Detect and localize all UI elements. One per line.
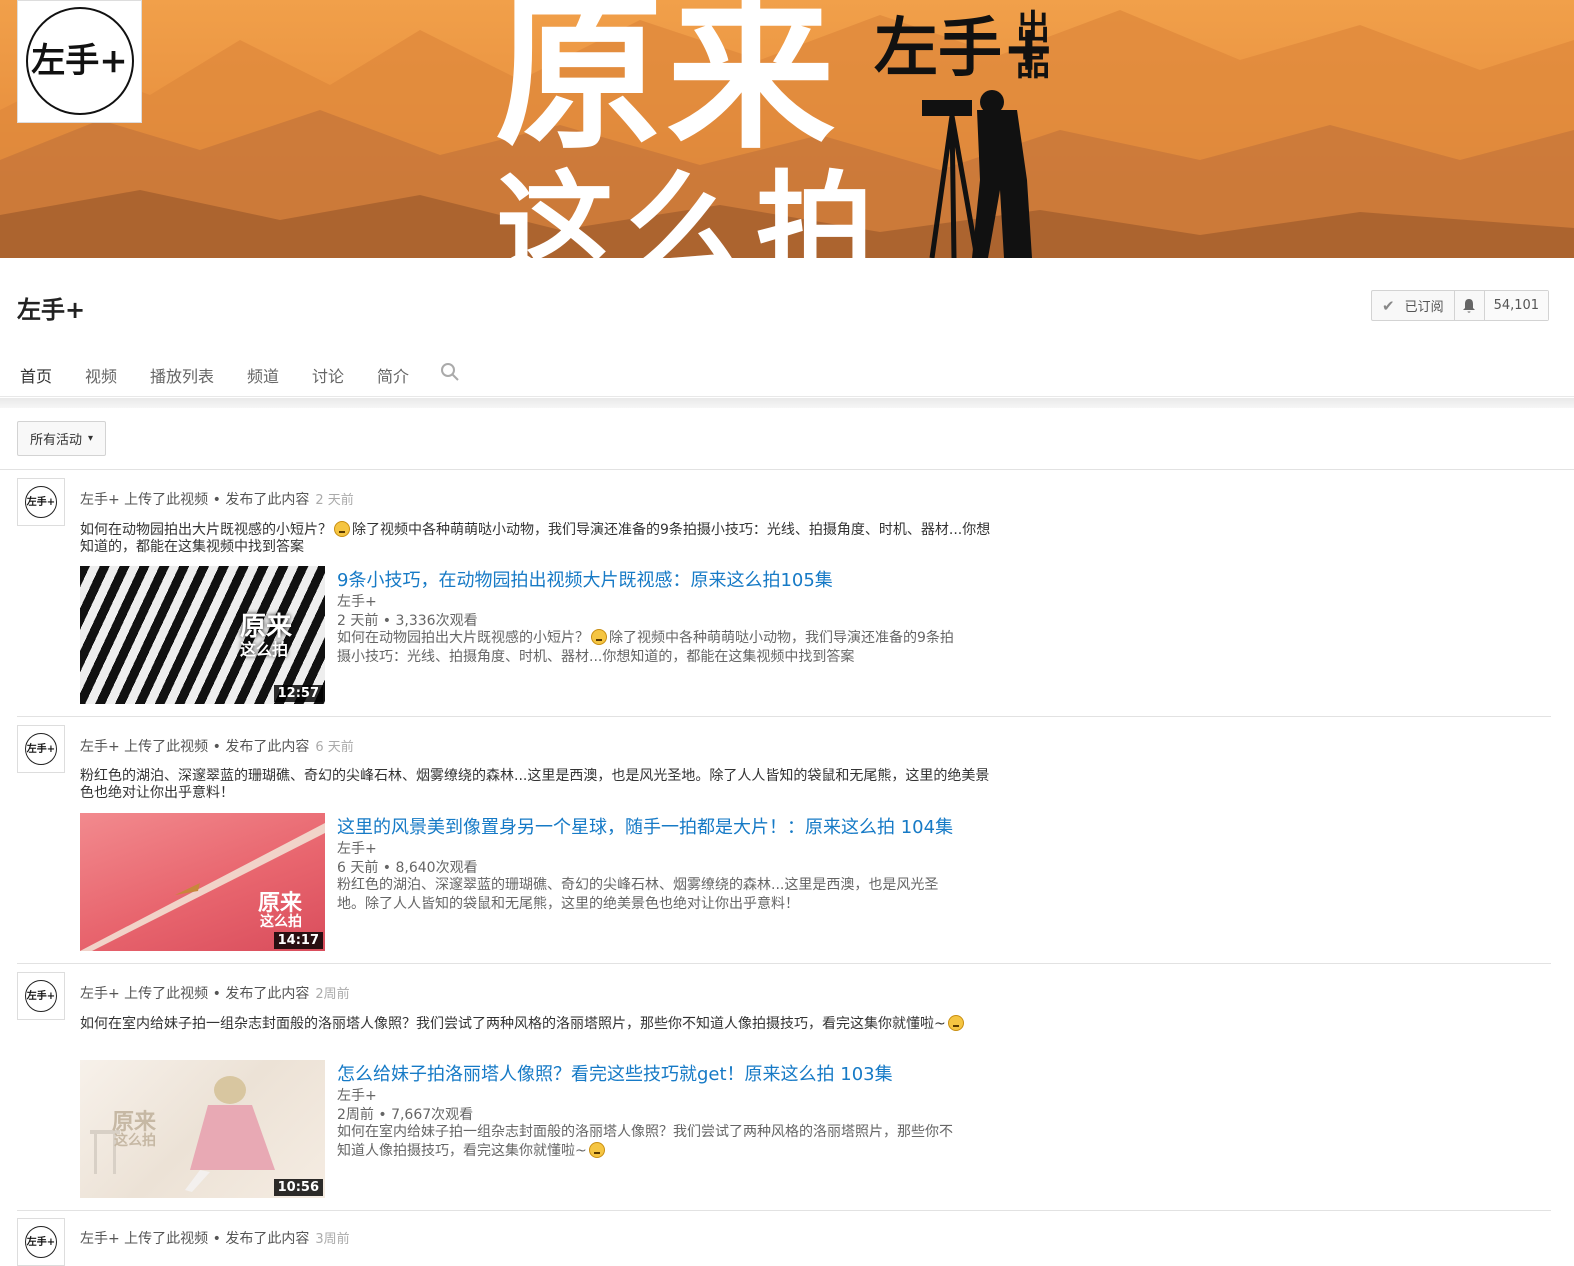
channel-banner: 原来 这么拍 左手+ 出品 左手+ — [0, 0, 1574, 258]
filter-label: 所有活动 — [30, 433, 83, 448]
video-description: 如何在动物园拍出大片既视感的小短片？ 除了视频中各种萌萌哒小动物，我们导演还准备的… — [337, 629, 962, 667]
post-text: 粉红色的湖泊、深邃翠蓝的珊瑚礁、奇幻的尖峰石林、烟雾缭绕的森林...这里是西澳，… — [80, 768, 990, 801]
activity-action[interactable]: 左手+ 上传了此视频 • 发布了此内容 — [80, 492, 309, 508]
banner-brand-tag: 出品 — [1016, 8, 1050, 84]
video-title-link[interactable]: 怎么给妹子拍洛丽塔人像照？看完这些技巧就get！原来这么拍 103集 — [337, 1060, 893, 1086]
laughing-emoji-icon — [947, 1015, 964, 1031]
avatar[interactable]: 左手+ — [17, 972, 65, 1020]
post-text: 如何在动物园拍出大片既视感的小短片？ 除了视频中各种萌萌哒小动物，我们导演还准备的… — [80, 521, 995, 556]
activity-meta: 左手+ 上传了此视频 • 发布了此内容 2 天前 — [80, 489, 354, 509]
thumbnail-subtitle: 这么拍 — [260, 914, 302, 930]
avatar[interactable]: 左手+ — [17, 725, 65, 773]
laughing-emoji-icon — [588, 1142, 605, 1158]
tab-channels[interactable]: 频道 — [247, 363, 279, 399]
subscribed-button[interactable]: ✔ 已订阅 — [1372, 291, 1455, 320]
activity-filter-dropdown[interactable]: 所有活动 ▾ — [17, 421, 107, 456]
tab-about[interactable]: 简介 — [377, 363, 409, 399]
avatar-text: 左手+ — [26, 1237, 56, 1248]
avatar-text: 左手+ — [26, 991, 56, 1002]
activity-action[interactable]: 左手+ 上传了此视频 • 发布了此内容 — [80, 1231, 309, 1247]
video-owner[interactable]: 左手+ — [337, 838, 377, 858]
notification-bell-button[interactable] — [1455, 291, 1485, 320]
bell-icon — [1463, 298, 1476, 313]
tab-playlists[interactable]: 播放列表 — [150, 363, 214, 399]
video-stats: 6 天前 • 8,640次观看 — [337, 860, 478, 876]
thinking-emoji-icon — [591, 629, 607, 645]
activity-action[interactable]: 左手+ 上传了此视频 • 发布了此内容 — [80, 986, 309, 1002]
logo-text: 左手+ — [31, 41, 128, 81]
post-text-content: 如何在室内给妹子拍一组杂志封面般的洛丽塔人像照？我们尝试了两种风格的洛丽塔照片，… — [80, 1016, 946, 1032]
video-thumbnail[interactable]: 原来 这么拍 12:57 — [80, 566, 325, 704]
tab-discussion[interactable]: 讨论 — [312, 363, 344, 399]
video-thumbnail[interactable]: 原来 这么拍 14:17 — [80, 813, 325, 951]
video-title-link[interactable]: 9条小技巧，在动物园拍出视频大片既视感：原来这么拍105集 — [337, 566, 833, 592]
header-divider — [0, 398, 1574, 408]
video-thumbnail[interactable]: 原来 这么拍 10:56 — [80, 1060, 325, 1198]
channel-tabs: 首页 视频 播放列表 频道 讨论 简介 — [0, 356, 1574, 402]
activity-time[interactable]: 3周前 — [315, 1232, 349, 1247]
avatar-text: 左手+ — [26, 744, 56, 755]
avatar[interactable]: 左手+ — [17, 1218, 65, 1266]
avatar-text: 左手+ — [26, 497, 56, 508]
video-duration: 12:57 — [273, 685, 323, 702]
video-title-link[interactable]: 这里的风景美到像置身另一个星球，随手一拍都是大片！：原来这么拍 104集 — [337, 813, 953, 839]
video-desc-content: 如何在室内给妹子拍一组杂志封面般的洛丽塔人像照？我们尝试了两种风格的洛丽塔照片，… — [337, 1124, 953, 1159]
video-owner[interactable]: 左手+ — [337, 1085, 377, 1105]
activity-meta: 左手+ 上传了此视频 • 发布了此内容 2周前 — [80, 983, 350, 1003]
feed-separator — [17, 716, 1551, 717]
video-owner[interactable]: 左手+ — [337, 591, 377, 611]
subscribe-control: ✔ 已订阅 54,101 — [1371, 290, 1550, 321]
video-desc-part1: 如何在动物园拍出大片既视感的小短片？ — [337, 630, 589, 646]
photographer-silhouette — [922, 90, 1032, 258]
search-icon[interactable] — [440, 362, 460, 382]
post-text-part1: 如何在动物园拍出大片既视感的小短片？ — [80, 522, 332, 538]
check-icon: ✔ — [1382, 296, 1395, 315]
thumbnail-subtitle: 这么拍 — [114, 1133, 156, 1149]
channel-logo[interactable]: 左手+ — [17, 0, 142, 123]
chevron-down-icon: ▾ — [88, 433, 94, 444]
activity-meta: 左手+ 上传了此视频 • 发布了此内容 6 天前 — [80, 736, 354, 756]
banner-subtitle: 这么拍 — [496, 158, 887, 259]
channel-title[interactable]: 左手+ — [17, 290, 85, 325]
video-stats: 2 天前 • 3,336次观看 — [337, 613, 478, 629]
thumbnail-subtitle: 这么拍 — [240, 640, 289, 659]
video-duration: 14:17 — [273, 932, 323, 949]
post-text: 如何在室内给妹子拍一组杂志封面般的洛丽塔人像照？我们尝试了两种风格的洛丽塔照片，… — [80, 1015, 995, 1033]
video-description: 粉红色的湖泊、深邃翠蓝的珊瑚礁、奇幻的尖峰石林、烟雾缭绕的森林...这里是西澳，… — [337, 877, 939, 912]
tab-home[interactable]: 首页 — [20, 363, 53, 402]
video-description: 如何在室内给妹子拍一组杂志封面般的洛丽塔人像照？我们尝试了两种风格的洛丽塔照片，… — [337, 1123, 962, 1161]
feed-separator — [17, 1210, 1551, 1211]
activity-meta: 左手+ 上传了此视频 • 发布了此内容 3周前 — [80, 1228, 350, 1248]
activity-time[interactable]: 2 天前 — [315, 493, 353, 508]
tab-videos[interactable]: 视频 — [85, 363, 117, 399]
activity-time[interactable]: 2周前 — [315, 987, 349, 1002]
avatar[interactable]: 左手+ — [17, 478, 65, 526]
activity-action[interactable]: 左手+ 上传了此视频 • 发布了此内容 — [80, 739, 309, 755]
feed-divider — [0, 469, 1574, 470]
feed-separator — [17, 963, 1551, 964]
thinking-emoji-icon — [334, 521, 350, 537]
subscribed-label: 已订阅 — [1404, 300, 1444, 315]
subscriber-count: 54,101 — [1484, 291, 1549, 320]
video-stats: 2周前 • 7,667次观看 — [337, 1107, 474, 1123]
banner-title: 原来 — [495, 0, 839, 172]
activity-time[interactable]: 6 天前 — [315, 740, 353, 755]
video-duration: 10:56 — [273, 1179, 323, 1196]
